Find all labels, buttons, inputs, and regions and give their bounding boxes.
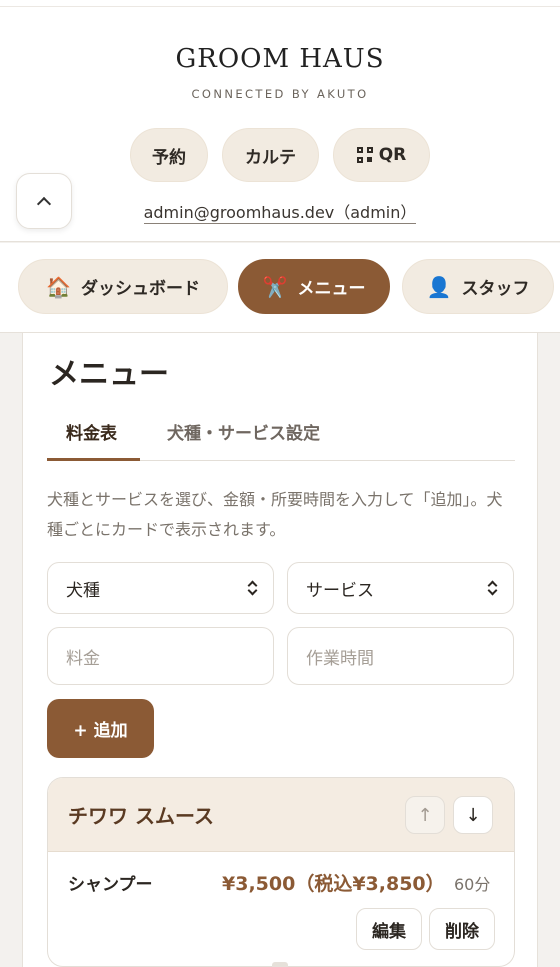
nav-menu[interactable]: ✂️ メニュー xyxy=(238,259,390,314)
select-arrows-icon xyxy=(487,580,498,598)
chart-records-label: カルテ xyxy=(245,147,296,168)
service-select-value: サービス xyxy=(306,580,374,601)
move-up-button[interactable]: ↑ xyxy=(405,796,445,834)
delete-button[interactable]: 削除 xyxy=(429,908,495,950)
scroll-hint xyxy=(272,962,288,967)
brand-logo[interactable]: GROOM HAUS xyxy=(0,44,560,74)
account-info[interactable]: admin@groomhaus.dev（admin） xyxy=(0,199,560,224)
breed-name: チワワ スムース xyxy=(68,804,214,828)
menu-tabs: 料金表 犬種・サービス設定 xyxy=(47,411,515,461)
instructions-text: 犬種とサービスを選び、金額・所要時間を入力して「追加」。犬種ごとにカードで表示さ… xyxy=(47,490,503,539)
account-email[interactable]: admin@groomhaus.dev（admin） xyxy=(143,203,417,224)
duration-input-placeholder: 作業時間 xyxy=(306,648,374,669)
breed-card: チワワ スムース ↑ ↓ シャンプー ¥3,500（税込¥3,850） 60分 … xyxy=(47,777,515,967)
duration-input[interactable]: 作業時間 xyxy=(287,627,514,685)
menu-panel: メニュー 料金表 犬種・サービス設定 犬種とサービスを選び、金額・所要時間を入力… xyxy=(22,333,538,967)
nav-dashboard-label: ダッシュボード xyxy=(80,279,200,299)
add-button[interactable]: + 追加 xyxy=(47,699,154,758)
nav-staff[interactable]: 👤 スタッフ xyxy=(402,259,554,314)
scissors-icon: ✂️ xyxy=(262,274,288,299)
house-icon: 🏠 xyxy=(46,274,71,299)
divider xyxy=(0,6,560,7)
qr-code-icon xyxy=(356,147,373,163)
breed-card-header: チワワ スムース ↑ ↓ xyxy=(48,778,514,852)
service-select[interactable]: サービス xyxy=(287,562,514,614)
price-input-placeholder: 料金 xyxy=(66,648,100,669)
price-input[interactable]: 料金 xyxy=(47,627,274,685)
service-price: ¥3,500（税込¥3,850） xyxy=(222,873,445,895)
breed-select[interactable]: 犬種 xyxy=(47,562,274,614)
select-arrows-icon xyxy=(247,580,258,598)
add-button-label: + 追加 xyxy=(73,721,128,741)
tab-price-list[interactable]: 料金表 xyxy=(66,419,117,444)
move-down-button[interactable]: ↓ xyxy=(453,796,493,834)
tab-breed-service-settings[interactable]: 犬種・サービス設定 xyxy=(167,419,320,444)
qr-label: QR xyxy=(378,145,407,165)
nav-dashboard[interactable]: 🏠 ダッシュボード xyxy=(18,259,228,314)
edit-button[interactable]: 編集 xyxy=(356,908,422,950)
person-icon: 👤 xyxy=(426,274,452,299)
reservation-button[interactable]: 予約 xyxy=(130,128,208,182)
qr-button[interactable]: QR xyxy=(333,128,430,182)
breed-select-value: 犬種 xyxy=(66,580,100,601)
brand-tagline: CONNECTED BY AKUTO xyxy=(191,87,369,101)
arrow-up-icon: ↑ xyxy=(417,804,433,826)
arrow-down-icon: ↓ xyxy=(465,804,481,826)
service-name: シャンプー xyxy=(68,875,153,895)
page-title: メニュー xyxy=(49,357,169,392)
chart-records-button[interactable]: カルテ xyxy=(222,128,319,182)
nav-staff-label: スタッフ xyxy=(461,279,530,299)
service-duration: 60分 xyxy=(454,875,491,894)
main-nav: 🏠 ダッシュボード ✂️ メニュー 👤 スタッフ xyxy=(0,243,560,333)
app-header: GROOM HAUS CONNECTED BY AKUTO 予約 カルテ QR … xyxy=(0,0,560,242)
active-tab-indicator xyxy=(47,458,140,461)
nav-menu-label: メニュー xyxy=(297,279,366,299)
delete-label: 削除 xyxy=(445,921,479,942)
edit-label: 編集 xyxy=(372,921,406,942)
reservation-label: 予約 xyxy=(152,147,186,168)
